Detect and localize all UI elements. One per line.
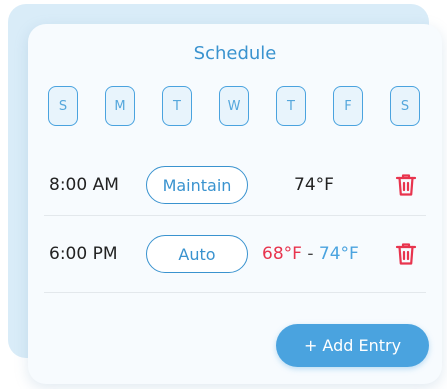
entry-temperature-range: 68°F - 74°F — [262, 224, 359, 284]
high-temperature: 74°F — [318, 244, 359, 264]
day-toggle-saturday[interactable]: S — [390, 86, 420, 126]
trash-icon[interactable] — [395, 242, 417, 266]
range-separator: - — [307, 244, 314, 264]
mode-button[interactable]: Auto — [146, 235, 248, 273]
day-toggle-sunday[interactable]: S — [48, 86, 78, 126]
mode-button[interactable]: Maintain — [146, 166, 248, 204]
schedule-card: Schedule S M T W T F S 8:00 AM Maintain … — [28, 24, 442, 384]
day-toggle-tuesday[interactable]: T — [162, 86, 192, 126]
day-toggle-wednesday[interactable]: W — [219, 86, 249, 126]
trash-icon[interactable] — [395, 173, 417, 197]
day-toggle-thursday[interactable]: T — [276, 86, 306, 126]
day-toggle-friday[interactable]: F — [333, 86, 363, 126]
schedule-entry: 6:00 PM Auto 68°F - 74°F — [28, 224, 442, 284]
row-divider — [44, 292, 426, 293]
low-temperature: 68°F — [262, 244, 302, 264]
day-toggle-monday[interactable]: M — [105, 86, 135, 126]
entry-time: 8:00 AM — [49, 175, 119, 195]
entry-time: 6:00 PM — [49, 244, 118, 264]
add-entry-button[interactable]: + Add Entry — [276, 324, 429, 367]
schedule-title: Schedule — [193, 43, 277, 64]
row-divider — [44, 215, 426, 216]
entry-temperature: 74°F — [294, 175, 334, 195]
schedule-entry: 8:00 AM Maintain 74°F — [28, 155, 442, 215]
